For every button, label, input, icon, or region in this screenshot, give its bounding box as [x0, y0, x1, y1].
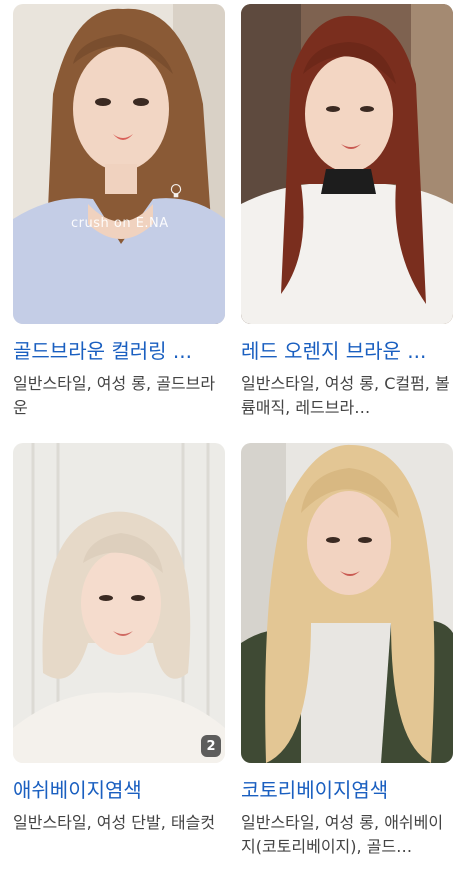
hairstyle-photo[interactable]: [241, 4, 453, 324]
hairstyle-title[interactable]: 골드브라운 컬러링 ...: [13, 338, 225, 364]
hairstyle-tags: 일반스타일, 여성 롱, 골드브라운: [13, 374, 216, 417]
hairstyle-tags: 일반스타일, 여성 단발, 태슬컷: [13, 813, 216, 832]
hairstyle-results-grid: crush on E.NA 골드브라운 컬러링 ... 일반스타일, 여성 롱,…: [0, 0, 460, 869]
hairstyle-tags: 일반스타일, 여성 롱, C컬펌, 볼륨매직, 레드브라…: [241, 374, 450, 417]
hairstyle-photo[interactable]: [241, 443, 453, 763]
hairstyle-title[interactable]: 애쉬베이지염색: [13, 777, 225, 803]
hairstyle-photo[interactable]: 2: [13, 443, 225, 763]
image-count-badge: 2: [201, 735, 221, 757]
watermark: crush on E.NA: [71, 184, 201, 231]
hairstyle-title[interactable]: 레드 오렌지 브라운 ...: [241, 338, 453, 364]
lightbulb-icon: [170, 184, 182, 198]
hairstyle-card[interactable]: 2 애쉬베이지염색 일반스타일, 여성 단발, 태슬컷: [13, 443, 225, 859]
hairstyle-card[interactable]: 레드 오렌지 브라운 ... 일반스타일, 여성 롱, C컬펌, 볼륨매직, 레…: [241, 4, 453, 420]
watermark-text: crush on E.NA: [71, 216, 169, 231]
hairstyle-tags: 일반스타일, 여성 롱, 애쉬베이지(코토리베이지), 골드…: [241, 813, 444, 856]
hairstyle-photo[interactable]: crush on E.NA: [13, 4, 225, 324]
hairstyle-title[interactable]: 코토리베이지염색: [241, 777, 453, 803]
hairstyle-card[interactable]: 코토리베이지염색 일반스타일, 여성 롱, 애쉬베이지(코토리베이지), 골드…: [241, 443, 453, 859]
hairstyle-card[interactable]: crush on E.NA 골드브라운 컬러링 ... 일반스타일, 여성 롱,…: [13, 4, 225, 420]
